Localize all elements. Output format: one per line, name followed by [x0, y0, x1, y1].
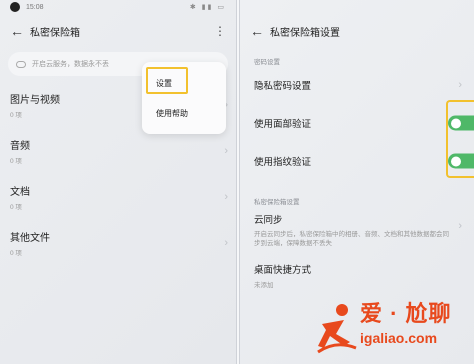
- list-item-count: 0 项: [10, 158, 22, 165]
- vault-header: ← 私密保险箱 ⋮: [0, 14, 236, 48]
- row-label: 云同步: [254, 215, 283, 226]
- section-label-password: 密码设置: [254, 59, 280, 66]
- list-item-count: 0 项: [10, 204, 22, 211]
- list-item-label: 音频: [10, 141, 30, 152]
- watermark-logo: 爱 · 尬聊 igaliao.com: [316, 296, 466, 358]
- list-item-label: 其他文件: [10, 233, 50, 244]
- cloud-icon: [16, 60, 26, 68]
- list-item-count: 0 项: [10, 250, 22, 257]
- vault-home-screen: 15:08 ✱ ▮▮ ▭ ← 私密保险箱 ⋮ 开启云服务，数据永不丢 图片与视频…: [0, 0, 236, 364]
- status-icons: ✱ ▮▮ ▭: [189, 4, 226, 11]
- list-item-label: 文档: [10, 187, 30, 198]
- row-sub: 未添加: [254, 282, 274, 289]
- runner-logo-icon: [317, 304, 357, 354]
- section-label-vault: 私密保险箱设置: [254, 199, 300, 206]
- list-item-documents[interactable]: 文档 0 项 ›: [0, 174, 236, 220]
- more-vertical-icon[interactable]: ⋮: [214, 24, 226, 38]
- watermark-url: igaliao.com: [360, 330, 438, 346]
- camera-dot: [10, 2, 20, 12]
- settings-header: ← 私密保险箱设置: [240, 14, 474, 48]
- list-item-other-files[interactable]: 其他文件 0 项 ›: [0, 220, 236, 266]
- row-fingerprint-verification: 使用指纹验证: [240, 142, 474, 180]
- row-label: 隐私密码设置: [254, 81, 312, 92]
- menu-item-help[interactable]: 使用帮助: [142, 98, 226, 128]
- row-face-verification: 使用面部验证: [240, 104, 474, 142]
- chevron-right-icon: ›: [458, 79, 462, 91]
- status-bar: 15:08 ✱ ▮▮ ▭: [0, 0, 236, 14]
- row-cloud-sync[interactable]: 云同步 开启云同步后，私密保险箱中的相册、音频、文档和其他数据都会同步到云端，保…: [240, 206, 474, 254]
- watermark-text: 爱 · 尬聊: [360, 301, 452, 326]
- row-desktop-shortcut[interactable]: 桌面快捷方式 未添加: [240, 254, 474, 295]
- arrow-left-icon[interactable]: ←: [250, 23, 270, 39]
- row-label: 使用指纹验证: [254, 157, 312, 168]
- list-item-audio[interactable]: 音频 0 项 ›: [0, 128, 236, 174]
- chevron-right-icon: ›: [458, 220, 462, 232]
- status-bar: [240, 0, 474, 14]
- row-label: 使用面部验证: [254, 119, 312, 130]
- notice-text: 开启云服务，数据永不丢: [32, 61, 109, 68]
- page-title: 私密保险箱: [30, 27, 80, 39]
- row-label: 桌面快捷方式: [254, 265, 312, 276]
- status-time: 15:08: [26, 3, 44, 11]
- page-title: 私密保险箱设置: [270, 27, 340, 39]
- chevron-right-icon: ›: [224, 237, 228, 249]
- settings-highlight-box: [146, 67, 188, 94]
- row-privacy-password[interactable]: 隐私密码设置 ›: [240, 66, 474, 104]
- chevron-right-icon: ›: [224, 191, 228, 203]
- toggles-highlight-box: [446, 100, 474, 178]
- arrow-left-icon[interactable]: ←: [10, 23, 30, 39]
- chevron-right-icon: ›: [224, 145, 228, 157]
- row-description: 开启云同步后，私密保险箱中的相册、音频、文档和其他数据都会同步到云端，保障数据不…: [254, 231, 449, 247]
